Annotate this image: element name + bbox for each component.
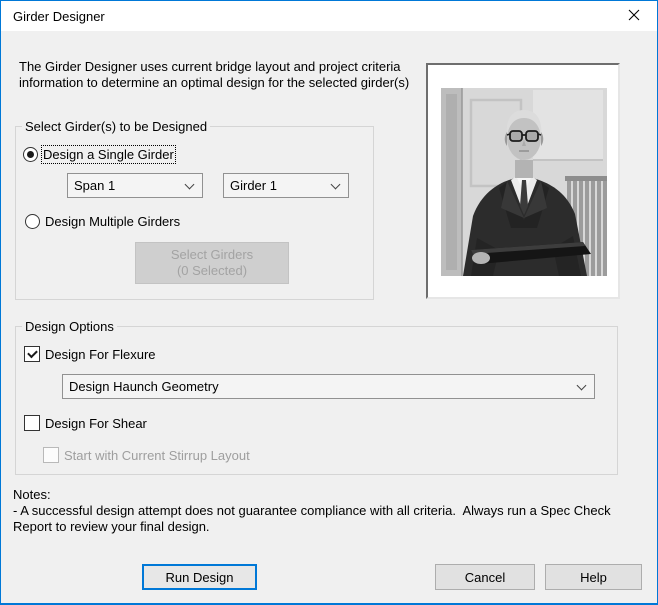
shear-checkbox-row[interactable]: Design For Shear [24, 415, 147, 431]
multiple-girders-radio[interactable] [25, 214, 40, 229]
shear-checkbox[interactable] [24, 415, 40, 431]
select-girders-button-line1: Select Girders [170, 247, 254, 262]
notes-block: Notes: - A successful design attempt doe… [13, 487, 611, 535]
girder-dropdown[interactable]: Girder 1 [223, 173, 349, 198]
girder-dropdown-value: Girder 1 [230, 178, 277, 193]
notes-heading: Notes: [13, 487, 51, 502]
stirrup-checkbox-row[interactable]: Start with Current Stirrup Layout [43, 447, 250, 463]
stirrup-checkbox[interactable] [43, 447, 59, 463]
multiple-girders-radio-label[interactable]: Design Multiple Girders [45, 214, 180, 229]
single-girder-radio-label[interactable]: Design a Single Girder [41, 145, 176, 164]
girder-select-group-title: Select Girder(s) to be Designed [22, 119, 211, 134]
title-bar: Girder Designer [1, 1, 657, 31]
select-girders-button-line2: (0 Selected) [176, 263, 248, 278]
span-dropdown[interactable]: Span 1 [67, 173, 203, 198]
run-design-button[interactable]: Run Design [142, 564, 257, 590]
flexure-checkbox-row[interactable]: Design For Flexure [24, 346, 156, 362]
chevron-down-icon [576, 380, 587, 390]
photo-frame [426, 63, 620, 299]
window-title: Girder Designer [13, 8, 105, 24]
flexure-checkbox[interactable] [24, 346, 40, 362]
notes-line2: Report to review your final design. [13, 519, 210, 534]
haunch-dropdown-value: Design Haunch Geometry [69, 379, 219, 394]
select-girders-button[interactable]: Select Girders (0 Selected) [135, 242, 289, 284]
chevron-down-icon [330, 179, 341, 189]
shear-checkbox-label[interactable]: Design For Shear [45, 416, 147, 431]
stirrup-checkbox-label[interactable]: Start with Current Stirrup Layout [64, 448, 250, 463]
single-girder-radio[interactable] [23, 147, 38, 162]
engineer-portrait-photo [441, 88, 607, 276]
single-girder-radio-row[interactable]: Design a Single Girder [23, 145, 176, 164]
intro-text: The Girder Designer uses current bridge … [19, 59, 410, 90]
girder-designer-dialog: Girder Designer The Girder Designer uses… [0, 0, 658, 605]
cancel-button[interactable]: Cancel [435, 564, 535, 590]
flexure-checkbox-label[interactable]: Design For Flexure [45, 347, 156, 362]
notes-line1: - A successful design attempt does not g… [13, 503, 611, 518]
help-button[interactable]: Help [545, 564, 642, 590]
design-options-group-title: Design Options [22, 319, 117, 334]
close-button[interactable] [611, 1, 657, 31]
close-icon [628, 9, 640, 24]
haunch-dropdown[interactable]: Design Haunch Geometry [62, 374, 595, 399]
multiple-girders-radio-row[interactable]: Design Multiple Girders [25, 214, 180, 229]
span-dropdown-value: Span 1 [74, 178, 116, 193]
chevron-down-icon [184, 179, 195, 189]
